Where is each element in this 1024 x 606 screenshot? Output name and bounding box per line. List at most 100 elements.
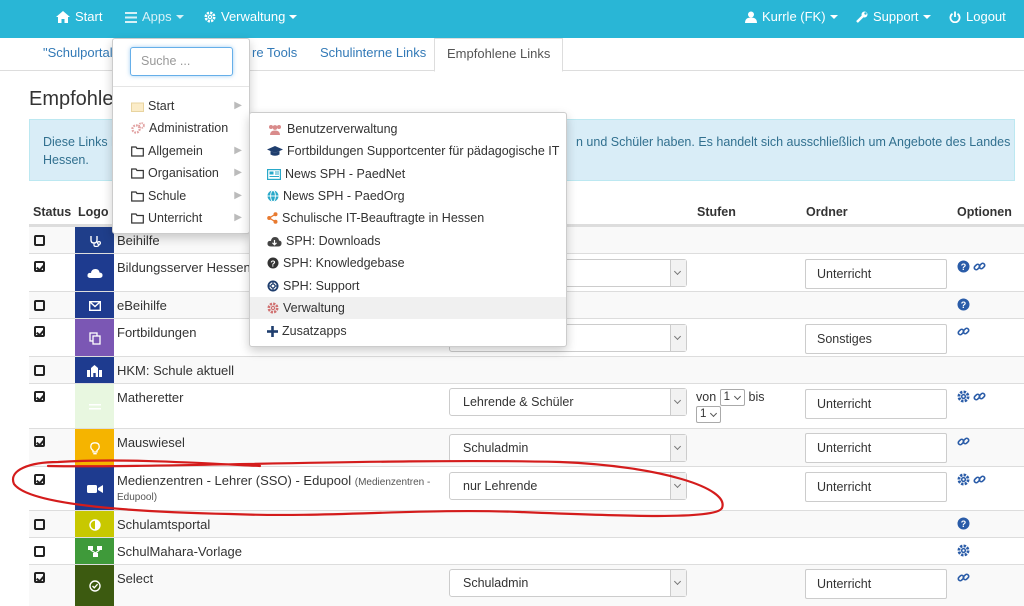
app-search-input[interactable]: Suche ... — [130, 47, 233, 76]
access-select[interactable]: Schuladmin — [449, 434, 687, 462]
folder-input[interactable]: Unterricht — [805, 433, 947, 463]
home-icon — [56, 11, 70, 23]
power-icon — [949, 11, 961, 24]
folder-input[interactable]: Unterricht — [805, 259, 947, 289]
nav-support[interactable]: Support — [856, 0, 931, 38]
submenu-item-zusatzapps[interactable]: Zusatzapps — [250, 320, 566, 342]
nav-verwaltung[interactable]: Verwaltung — [204, 0, 298, 38]
app-logo — [75, 511, 114, 538]
link-icon[interactable] — [973, 390, 986, 404]
submenu-item-verwaltung[interactable]: Verwaltung — [250, 297, 566, 319]
nav-logout[interactable]: Logout — [949, 0, 1006, 38]
menu-item-administration[interactable]: Administration — [131, 117, 249, 139]
caret-icon — [922, 15, 931, 19]
menu-item-allgemein[interactable]: Allgemein ▶ — [131, 140, 249, 162]
unchecked-icon[interactable] — [34, 300, 45, 311]
table-row: Schulamtsportal ? — [29, 510, 1024, 538]
folder-input[interactable]: Unterricht — [805, 389, 947, 419]
question-icon[interactable]: ? — [957, 298, 970, 312]
tab-schulinterne-links[interactable]: Schulinterne Links — [320, 38, 426, 71]
menu-item-organisation[interactable]: Organisation ▶ — [131, 162, 249, 184]
menu-item-schule[interactable]: Schule ▶ — [131, 185, 249, 207]
nav-apps-label: Apps — [142, 9, 172, 24]
gear-icon[interactable] — [957, 544, 970, 558]
stufen-bis-wrap: 1 — [696, 406, 722, 423]
stufen-von-select[interactable]: 1 — [719, 389, 746, 406]
access-value: Schuladmin — [463, 576, 529, 590]
link-icon[interactable] — [957, 571, 970, 585]
half-circle-icon — [88, 518, 101, 531]
app-name: Bildungsserver Hessen — [117, 260, 251, 275]
tab-schulportal[interactable]: "Schulportal I — [43, 38, 120, 71]
menu-item-unterricht[interactable]: Unterricht ▶ — [131, 207, 249, 229]
copy-icon — [88, 331, 101, 345]
stufen-bis-select[interactable]: 1 — [696, 406, 722, 423]
link-icon[interactable] — [957, 435, 970, 449]
checked-icon[interactable] — [34, 261, 45, 272]
table-row: HKM: Schule aktuell — [29, 356, 1024, 384]
submenu-item-knowledgebase[interactable]: ? SPH: Knowledgebase — [250, 252, 566, 274]
menu-item-label: Organisation — [148, 166, 219, 180]
link-icon[interactable] — [973, 473, 986, 487]
question-icon[interactable]: ? — [957, 517, 970, 531]
gear-icon[interactable] — [957, 390, 970, 404]
submenu-item-news-paednet[interactable]: News SPH - PaedNet — [250, 163, 566, 185]
unchecked-icon[interactable] — [34, 235, 45, 246]
checked-icon[interactable] — [34, 436, 45, 447]
header-logo: Logo — [78, 205, 109, 219]
stufen-bis-label: bis — [748, 389, 765, 404]
link-icon[interactable] — [973, 260, 986, 274]
tab-tools[interactable]: re Tools — [252, 38, 297, 71]
submenu-item-benutzerverwaltung[interactable]: Benutzerverwaltung — [250, 118, 566, 140]
link-icon[interactable] — [957, 325, 970, 339]
gear-icon — [267, 302, 279, 314]
table-row: Select Schuladmin Unterricht — [29, 564, 1024, 606]
access-select[interactable]: Schuladmin — [449, 569, 687, 597]
checked-icon[interactable] — [34, 572, 45, 583]
gear-icon[interactable] — [957, 473, 970, 487]
nav-apps[interactable]: Apps — [125, 0, 184, 38]
folder-input[interactable]: Unterricht — [805, 472, 947, 502]
access-value: Lehrende & Schüler — [463, 395, 574, 409]
app-logo — [75, 384, 114, 429]
submenu-item-fortbildungen[interactable]: Fortbildungen Supportcenter für pädagogi… — [250, 140, 566, 162]
folder-icon — [131, 213, 144, 224]
unchecked-icon[interactable] — [34, 365, 45, 376]
submenu-item-label: SPH: Support — [283, 279, 360, 293]
checked-icon[interactable] — [34, 326, 45, 337]
app-name-sub2: Edupool) — [117, 492, 158, 503]
options — [957, 390, 986, 404]
access-select[interactable]: nur Lehrende — [449, 472, 687, 500]
options: ? — [957, 517, 970, 531]
options — [957, 435, 970, 449]
submenu-item-it-beauftragte[interactable]: Schulische IT-Beauftragte in Hessen — [250, 207, 566, 229]
nav-logout-label: Logout — [966, 9, 1006, 24]
graduation-cap-icon — [267, 146, 283, 156]
access-value: Schuladmin — [463, 441, 529, 455]
app-name: Fortbildungen — [117, 325, 197, 340]
folder-input[interactable]: Sonstiges — [805, 324, 947, 354]
checked-icon[interactable] — [34, 474, 45, 485]
app-name-main: Medienzentren - Lehrer (SSO) - Edupool — [117, 473, 352, 488]
tab-empfohlene-links[interactable]: Empfohlene Links — [434, 38, 564, 72]
chevron-down-icon — [670, 389, 686, 415]
unchecked-icon[interactable] — [34, 519, 45, 530]
checked-icon[interactable] — [34, 391, 45, 402]
menu-item-label: Administration — [149, 121, 229, 135]
info-text-line1: Diese Links k — [43, 135, 118, 149]
question-icon[interactable]: ? — [957, 260, 970, 274]
folder-input[interactable]: Unterricht — [805, 569, 947, 599]
nav-user[interactable]: Kurrle (FK) — [745, 0, 838, 38]
user-icon — [745, 11, 757, 23]
options — [957, 325, 970, 339]
lifebuoy-icon — [267, 280, 279, 292]
options: ? — [957, 298, 970, 312]
app-name-sub: (Medienzentren - — [354, 477, 431, 488]
submenu-item-downloads[interactable]: SPH: Downloads — [250, 230, 566, 252]
access-select[interactable]: Lehrende & Schüler — [449, 388, 687, 416]
submenu-item-support[interactable]: SPH: Support — [250, 275, 566, 297]
submenu-item-news-paedorg[interactable]: News SPH - PaedOrg — [250, 185, 566, 207]
unchecked-icon[interactable] — [34, 546, 45, 557]
nav-start[interactable]: Start — [56, 0, 102, 38]
menu-item-start[interactable]: Start ▶ — [131, 95, 249, 117]
